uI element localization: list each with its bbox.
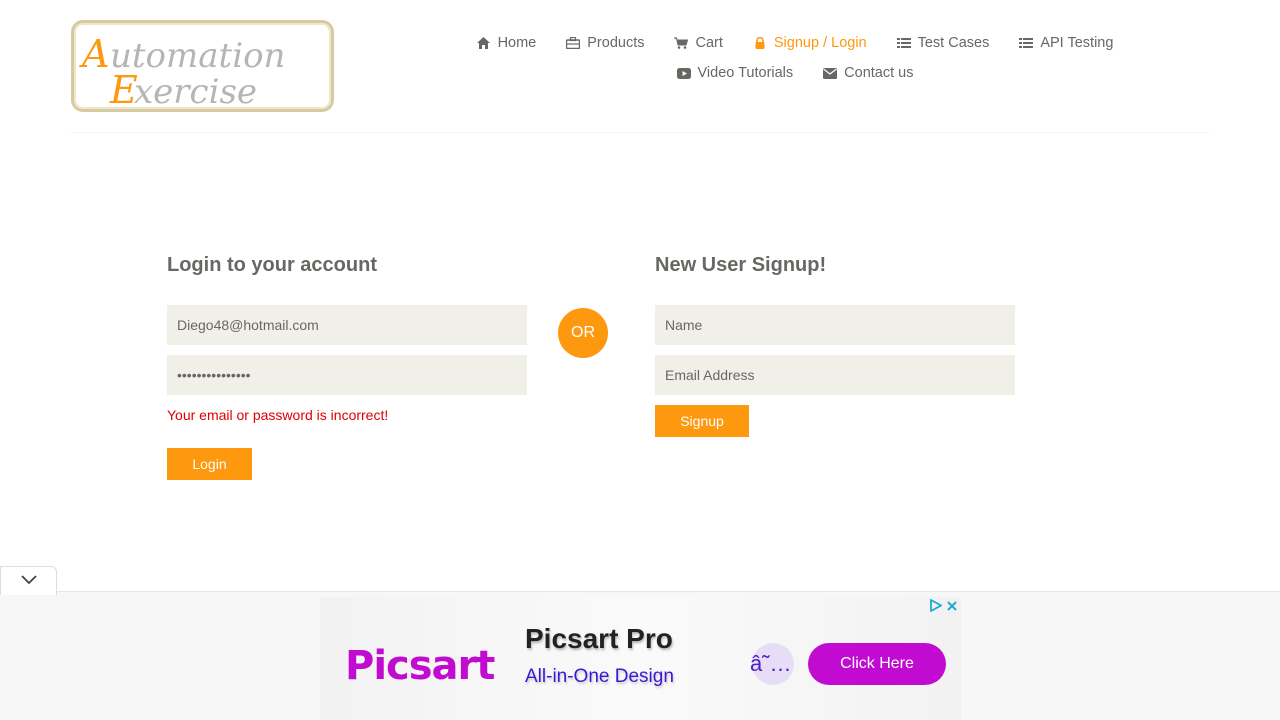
ad-banner[interactable]: Picsart Picsart Pro All-in-One Design â˜…: [320, 597, 961, 720]
nav-cart[interactable]: Cart: [674, 35, 723, 51]
nav-contact-us-label: Contact us: [844, 65, 914, 81]
envelope-icon: [823, 66, 838, 80]
nav-test-cases[interactable]: Test Cases: [896, 35, 990, 51]
ad-brand-logo: Picsart: [345, 643, 495, 689]
signup-button[interactable]: Signup: [655, 405, 749, 437]
ad-rating-glyph: â˜…: [750, 651, 792, 676]
login-email-input[interactable]: [167, 305, 527, 345]
site-header: A utomation E xercise Home Products Cart…: [0, 0, 1280, 133]
list-icon: [1019, 36, 1034, 50]
nav-video-tutorials-label: Video Tutorials: [697, 65, 794, 81]
ad-subtitle: All-in-One Design: [525, 666, 674, 687]
header-divider: [71, 132, 1209, 133]
signup-name-input[interactable]: [655, 305, 1015, 345]
site-logo[interactable]: A utomation E xercise: [71, 20, 334, 112]
cart-icon: [674, 36, 689, 50]
nav-products[interactable]: Products: [566, 35, 644, 51]
chevron-down-icon: [20, 572, 37, 590]
signup-email-input[interactable]: [655, 355, 1015, 395]
list-icon: [896, 36, 911, 50]
close-icon[interactable]: [946, 599, 958, 617]
or-badge: OR: [558, 308, 608, 358]
ad-collapse-toggle[interactable]: [0, 566, 57, 595]
briefcase-icon: [566, 36, 581, 50]
login-form-title: Login to your account: [167, 254, 377, 276]
nav-api-testing-label: API Testing: [1040, 35, 1114, 51]
login-button[interactable]: Login: [167, 448, 252, 480]
nav-products-label: Products: [587, 35, 645, 51]
nav-api-testing[interactable]: API Testing: [1019, 35, 1113, 51]
login-error-message: Your email or password is incorrect!: [167, 407, 389, 423]
logo-letter-a: A: [79, 32, 109, 76]
nav-home-label: Home: [497, 35, 537, 51]
home-icon: [477, 36, 491, 50]
nav-video-tutorials[interactable]: Video Tutorials: [676, 65, 794, 81]
ad-cta-button[interactable]: Click Here: [808, 643, 946, 685]
logo-line2-rest: xercise: [134, 72, 257, 109]
signup-form-title: New User Signup!: [655, 254, 827, 276]
nav-contact-us[interactable]: Contact us: [823, 65, 913, 81]
ad-choices-icon[interactable]: [929, 598, 943, 617]
nav-signup-login[interactable]: Signup / Login: [753, 35, 867, 51]
nav-home[interactable]: Home: [477, 35, 537, 51]
nav-cart-label: Cart: [695, 35, 723, 51]
youtube-icon: [676, 66, 691, 80]
ad-choices: [929, 598, 958, 617]
nav-test-cases-label: Test Cases: [917, 35, 990, 51]
main-nav: Home Products Cart Signup / Login Test C…: [470, 28, 1120, 88]
lock-icon: [753, 36, 767, 50]
login-password-input[interactable]: [167, 355, 527, 395]
nav-signup-login-label: Signup / Login: [773, 35, 867, 51]
ad-title: Picsart Pro: [525, 623, 673, 654]
